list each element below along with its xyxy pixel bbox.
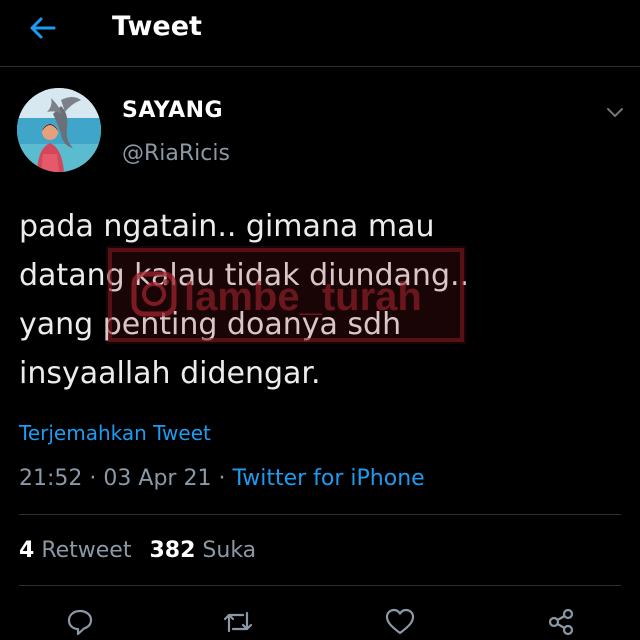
like-icon xyxy=(385,608,415,635)
retweet-label: Retweet xyxy=(41,538,132,563)
tweet-date: 03 Apr 21 xyxy=(103,466,212,491)
tweet-text: pada ngatain.. gimana mau datang kalau t… xyxy=(19,209,470,391)
meta-separator: · xyxy=(218,466,226,491)
divider xyxy=(19,514,621,515)
top-bar: Tweet xyxy=(0,0,640,67)
retweet-count: 4 xyxy=(19,538,35,563)
like-button[interactable] xyxy=(380,605,420,639)
tweet-source-link[interactable]: Twitter for iPhone xyxy=(232,466,424,491)
author-handle[interactable]: @RiaRicis xyxy=(122,139,230,169)
translate-tweet-link[interactable]: Terjemahkan Tweet xyxy=(19,419,211,447)
share-button[interactable] xyxy=(541,605,581,639)
tweet-meta: 21:52 · 03 Apr 21 · Twitter for iPhone xyxy=(19,462,425,496)
retweet-button[interactable] xyxy=(218,605,258,639)
more-options-button[interactable] xyxy=(600,102,630,124)
reply-icon xyxy=(67,609,93,636)
tweet-time: 21:52 xyxy=(19,466,83,491)
share-icon xyxy=(548,608,574,636)
divider xyxy=(19,585,621,586)
retweet-count-link[interactable]: 4 Retweet xyxy=(19,538,131,563)
like-count-link[interactable]: 382 Suka xyxy=(149,538,256,563)
arrow-left-icon xyxy=(30,17,56,39)
author-name[interactable]: SAYANG xyxy=(122,96,223,126)
back-button[interactable] xyxy=(24,10,60,46)
like-label: Suka xyxy=(202,538,257,563)
reply-button[interactable] xyxy=(60,605,100,639)
chevron-down-icon xyxy=(607,108,623,117)
like-count: 382 xyxy=(149,538,196,563)
page-title: Tweet xyxy=(112,11,202,42)
meta-separator: · xyxy=(89,466,97,491)
avatar[interactable] xyxy=(17,88,101,172)
retweet-icon xyxy=(223,611,253,633)
avatar-image xyxy=(17,88,101,172)
tweet-stats: 4 Retweet 382 Suka xyxy=(19,534,256,568)
